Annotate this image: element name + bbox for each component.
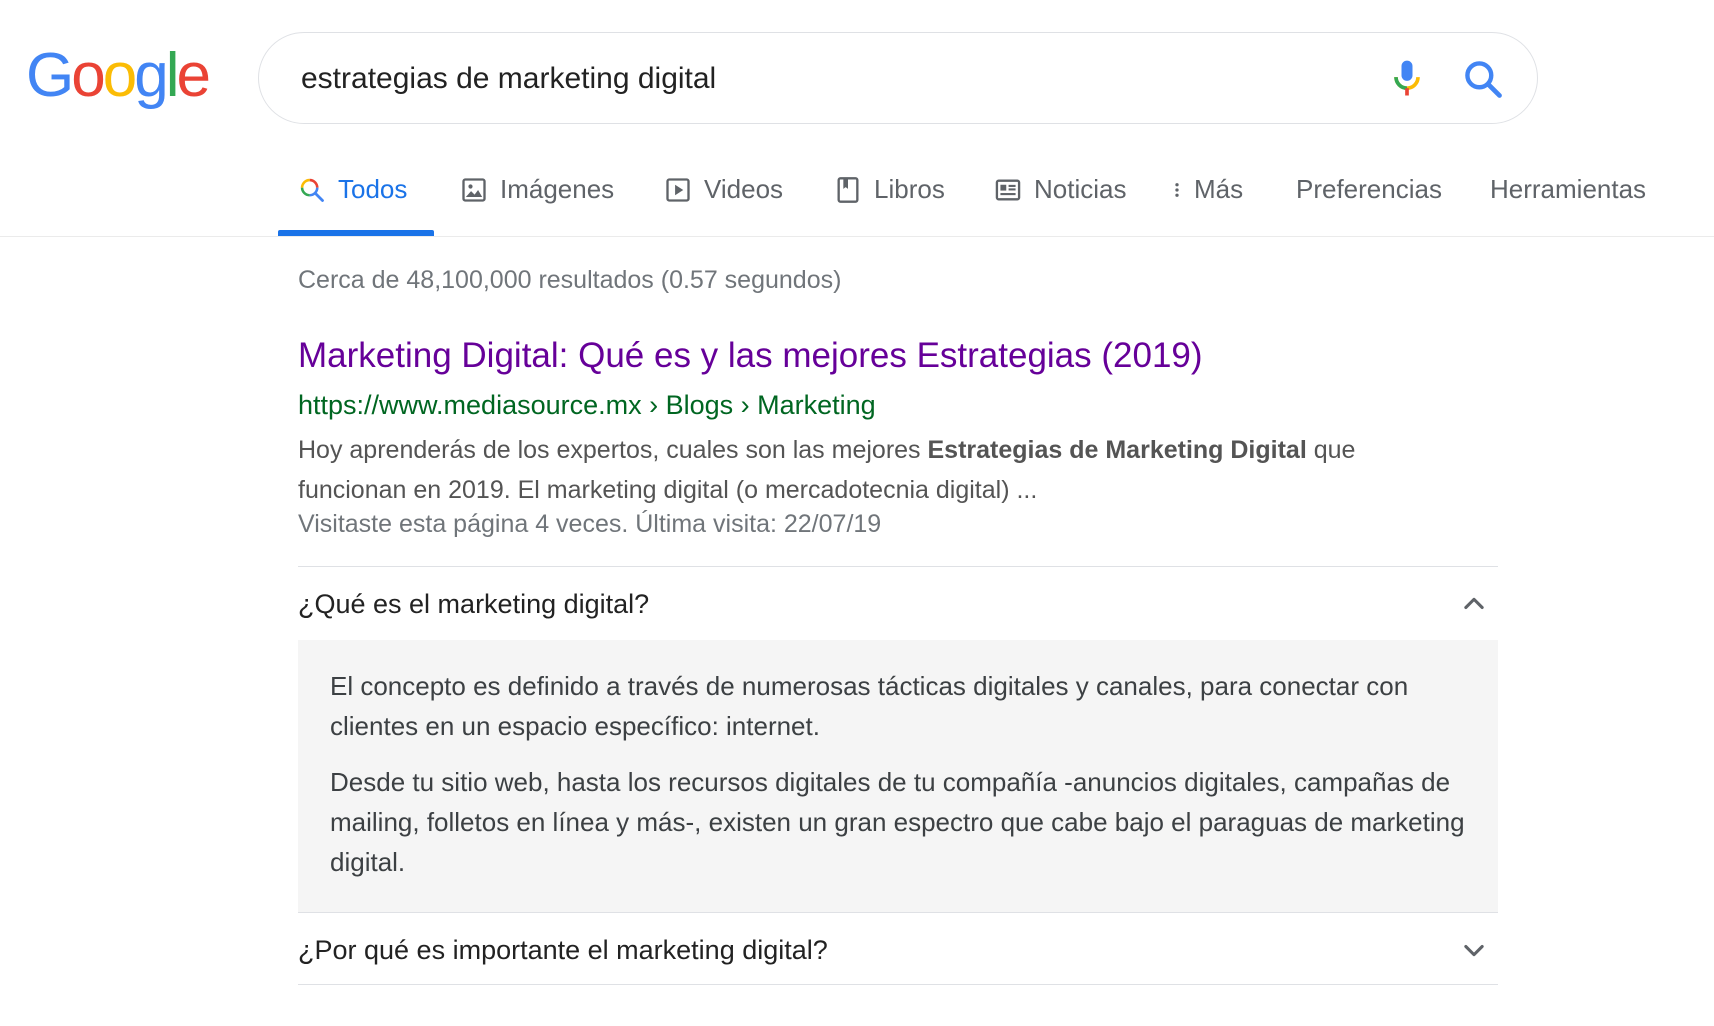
tab-label: Preferencias: [1296, 174, 1442, 204]
tab-label: Herramientas: [1490, 174, 1647, 204]
result-url[interactable]: https://www.mediasource.mx › Blogs › Mar…: [298, 390, 876, 421]
result-snippet: Hoy aprenderás de los expertos, cuales s…: [298, 430, 1428, 510]
tab-mas[interactable]: Más: [1168, 160, 1243, 238]
tab-todos[interactable]: Todos: [298, 160, 407, 238]
tab-videos[interactable]: Videos: [664, 160, 783, 238]
header: Google estrategias de marketing digital …: [0, 0, 1714, 238]
search-input[interactable]: estrategias de marketing digital: [301, 33, 716, 125]
tab-label: Todos: [338, 174, 408, 204]
logo-letter: e: [176, 41, 211, 110]
faq-divider: [298, 984, 1498, 985]
snippet-text: Hoy aprenderás de los expertos, cuales s…: [298, 436, 928, 464]
microphone-icon[interactable]: [1385, 57, 1429, 101]
faq-answer: El concepto es definido a través de nume…: [298, 640, 1498, 912]
logo-letter: g: [134, 41, 169, 110]
search-icon: [300, 178, 324, 202]
result-stats: Cerca de 48,100,000 resultados (0.57 seg…: [298, 266, 842, 294]
chevron-up-icon[interactable]: [1460, 590, 1488, 618]
snippet-highlight: Estrategias de Marketing Digital: [927, 436, 1307, 464]
result-title-link[interactable]: Marketing Digital: Qué es y las mejores …: [298, 336, 1203, 376]
faq-answer-paragraph: El concepto es definido a través de nume…: [330, 671, 1409, 741]
faq-question-text: ¿Por qué es importante el marketing digi…: [298, 935, 828, 965]
faq-question[interactable]: ¿Qué es el marketing digital?: [298, 568, 1498, 640]
visited-note: Visitaste esta página 4 veces. Última vi…: [298, 510, 882, 538]
play-icon: [666, 178, 690, 202]
more-vert-icon: [1175, 183, 1179, 197]
logo-letter: o: [102, 41, 138, 110]
logo-letter: l: [165, 41, 180, 110]
news-icon: [995, 179, 1021, 201]
logo-letter: o: [71, 41, 106, 110]
tab-noticias[interactable]: Noticias: [994, 160, 1126, 238]
tab-label: Noticias: [1034, 174, 1127, 204]
faq-answer-paragraph: Desde tu sitio web, hasta los recursos d…: [330, 767, 1465, 877]
tab-label: Libros: [874, 174, 945, 204]
book-icon: [837, 177, 859, 203]
image-icon: [462, 178, 486, 202]
header-divider: [0, 236, 1714, 237]
tab-label: Videos: [704, 174, 784, 204]
faq-question[interactable]: ¿Por qué es importante el marketing digi…: [298, 914, 1498, 986]
faq-divider: [298, 912, 1498, 913]
tab-label: Más: [1194, 174, 1244, 204]
tab-preferencias[interactable]: Preferencias: [1296, 160, 1442, 238]
tab-imagenes[interactable]: Imágenes: [460, 160, 614, 238]
faq-divider: [298, 566, 1498, 567]
tab-herramientas[interactable]: Herramientas: [1490, 160, 1646, 238]
tab-libros[interactable]: Libros: [834, 160, 945, 238]
logo-letter: G: [26, 41, 74, 110]
search-tabs: Todos Imágenes Videos Libros Noticias Má…: [278, 160, 1714, 238]
google-logo[interactable]: Google: [26, 36, 211, 116]
tab-label: Imágenes: [500, 174, 615, 204]
magnifier-icon[interactable]: [1461, 57, 1505, 101]
search-box[interactable]: estrategias de marketing digital: [258, 32, 1538, 124]
faq-question-text: ¿Qué es el marketing digital?: [298, 589, 650, 619]
chevron-down-icon[interactable]: [1460, 936, 1488, 964]
